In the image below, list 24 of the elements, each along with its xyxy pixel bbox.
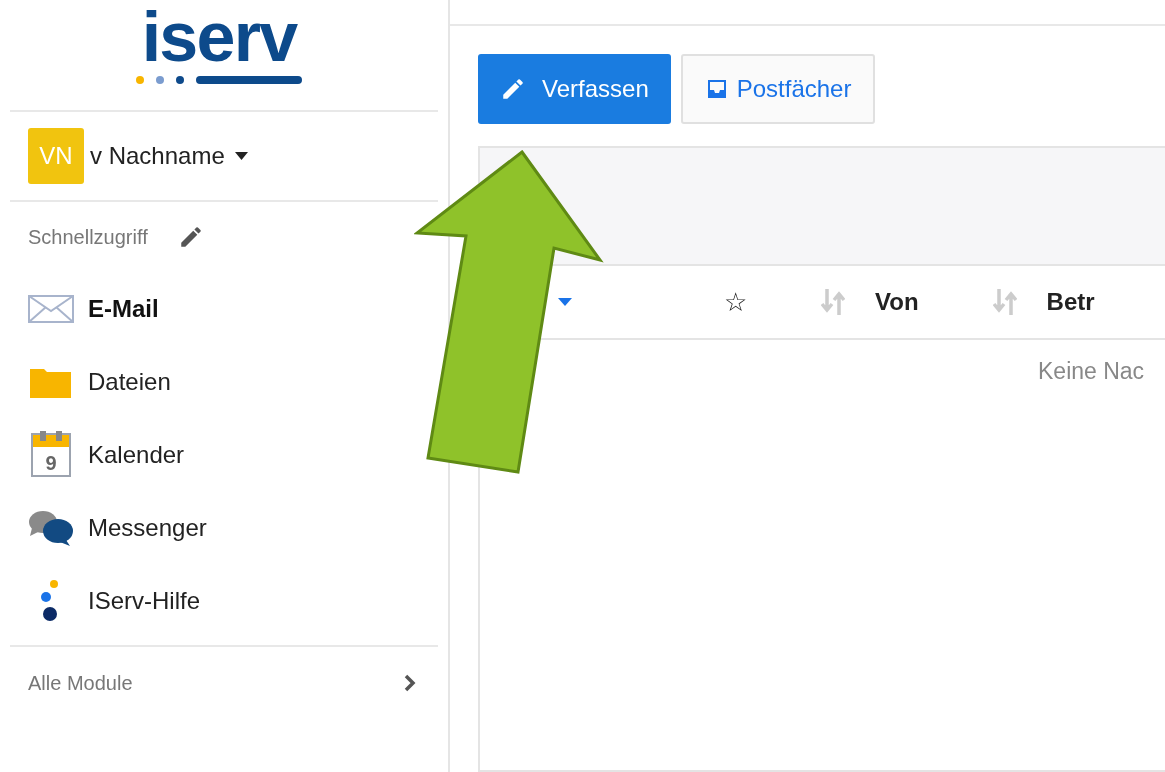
avatar: VN xyxy=(28,128,84,184)
column-header[interactable]: Von xyxy=(875,284,919,320)
compose-button[interactable]: Verfassen xyxy=(478,54,671,124)
caret-icon xyxy=(234,152,248,160)
pencil-icon xyxy=(500,76,526,102)
empty-message: Keine Nac xyxy=(1038,357,1145,386)
logo: iserv xyxy=(141,2,297,72)
sidebar-item[interactable]: Messenger xyxy=(0,491,235,564)
mailboxes-button[interactable]: Postfächer xyxy=(680,54,876,124)
caret-icon[interactable] xyxy=(558,298,572,306)
column-header[interactable]: ☆ xyxy=(724,282,747,322)
sidebar-item[interactable]: E-Mail xyxy=(0,272,187,345)
calendar-icon: 9 xyxy=(31,432,71,477)
sidebar-item[interactable]: Dateien xyxy=(0,345,199,418)
logo-dots-icon xyxy=(134,74,304,86)
chat-bubbles-icon xyxy=(28,509,74,546)
user-menu[interactable]: v Nachname xyxy=(90,138,248,174)
sidebar-item[interactable]: 9 Kalender xyxy=(0,418,213,491)
sidebar-item[interactable]: IServ-Hilfe xyxy=(0,564,229,637)
envelope-icon xyxy=(28,294,74,323)
chevron-right-icon xyxy=(404,674,416,692)
all-modules-link[interactable]: Alle Module xyxy=(0,647,448,719)
column-header[interactable]: Betr xyxy=(1046,284,1095,320)
section-title: Schnellzugriff xyxy=(28,225,148,250)
